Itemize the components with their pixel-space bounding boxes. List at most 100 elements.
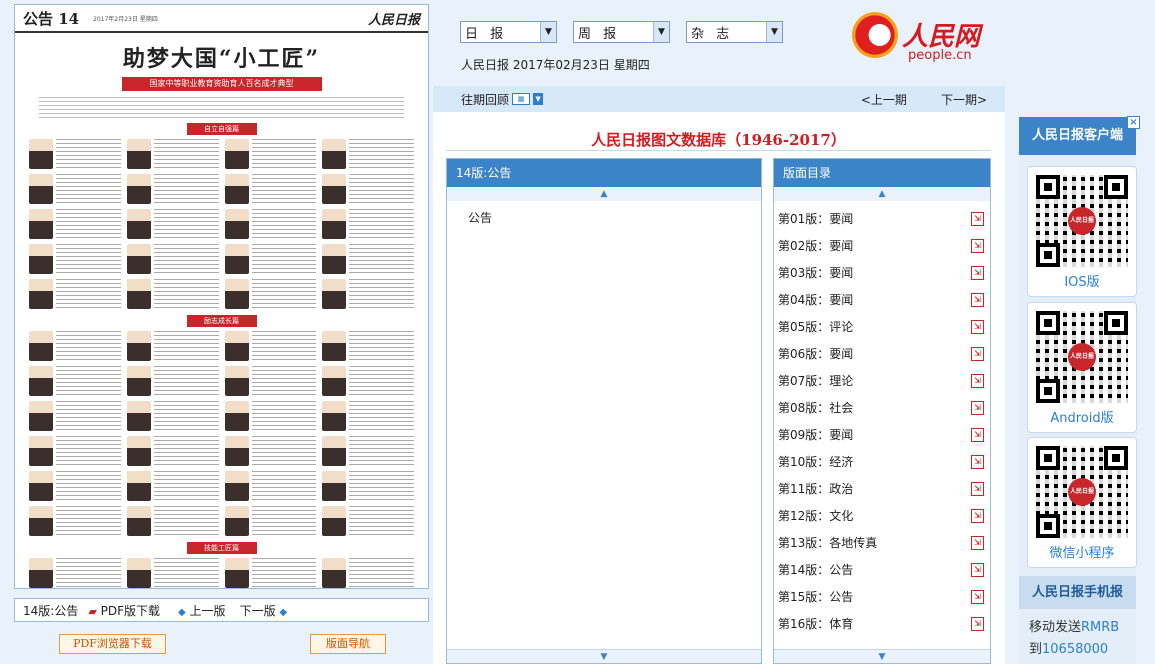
portrait-photo <box>126 436 151 466</box>
publication-selectors: 日 报 ▼ 周 报 ▼ 杂 志 ▼ <box>460 21 783 43</box>
next-page-link[interactable]: 下一版 ◆ <box>240 602 288 619</box>
bio-text <box>251 558 317 588</box>
calendar-icon[interactable]: ▦ <box>512 93 531 105</box>
bio-text <box>251 506 317 538</box>
pdf-icon[interactable]: ⇲ <box>971 481 984 496</box>
profile-entry <box>126 471 219 503</box>
bio-text <box>56 139 121 171</box>
pdf-icon[interactable]: ⇲ <box>971 508 984 523</box>
scroll-up-icon[interactable]: ▲ <box>774 187 990 201</box>
bio-text <box>251 471 317 503</box>
page-directory-item[interactable]: 第05版：评论 ⇲ <box>774 313 990 340</box>
pdf-icon[interactable]: ⇲ <box>971 373 984 388</box>
bio-text <box>153 139 219 171</box>
portrait-photo <box>224 366 249 396</box>
next-issue-link[interactable]: 下一期> <box>941 91 987 108</box>
mobile-news-title: 人民日报手机报 <box>1019 576 1136 609</box>
qr-code-icon: 人民日报 <box>1036 311 1128 403</box>
android-qr-card[interactable]: 人民日报 Android版 <box>1027 302 1137 433</box>
sidebar-title: 人民日报客户端 <box>1019 117 1136 155</box>
profile-entry <box>224 506 317 538</box>
page-directory-item[interactable]: 第10版：经济 ⇲ <box>774 448 990 475</box>
profile-entry <box>224 209 317 241</box>
pdf-icon[interactable]: ⇲ <box>971 400 984 415</box>
bio-text <box>153 331 219 363</box>
scroll-down-icon[interactable]: ▼ <box>447 649 761 663</box>
page-directory-label: 第02版：要闻 <box>778 239 854 253</box>
page-directory-item[interactable]: 第16版：体育 ⇲ <box>774 610 990 637</box>
weekly-select[interactable]: 周 报 ▼ <box>573 21 670 43</box>
page-directory-item[interactable]: 第09版：要闻 ⇲ <box>774 421 990 448</box>
page-directory-label: 第08版：社会 <box>778 401 854 415</box>
pdf-icon[interactable]: ⇲ <box>971 535 984 550</box>
profile-entry <box>224 436 317 468</box>
chevron-down-icon: ▼ <box>540 22 556 42</box>
pdf-browser-download-button[interactable]: PDF浏览器下载 <box>59 634 166 654</box>
pdf-icon[interactable]: ⇲ <box>971 211 984 226</box>
sms-to-text: 到 <box>1029 642 1043 657</box>
daily-select-value: 日 报 <box>465 26 508 42</box>
page-directory-item[interactable]: 第04版：要闻 ⇲ <box>774 286 990 313</box>
paper-headline: 助梦大国“小工匠” <box>122 46 321 72</box>
magazine-select[interactable]: 杂 志 ▼ <box>686 21 783 43</box>
profile-entry <box>322 366 414 398</box>
pdf-icon[interactable]: ⇲ <box>971 346 984 361</box>
close-icon[interactable]: × <box>1127 116 1140 129</box>
page-directory-label: 第01版：要闻 <box>778 212 854 226</box>
prev-issue-link[interactable]: <上一期 <box>861 91 907 108</box>
chevron-down-icon: ▼ <box>766 22 782 42</box>
profile-entry <box>126 436 219 468</box>
pdf-icon[interactable]: ⇲ <box>971 292 984 307</box>
portrait-photo <box>126 279 151 309</box>
article-list-header: 14版:公告 <box>447 159 761 187</box>
page-directory-item[interactable]: 第06版：要闻 ⇲ <box>774 340 990 367</box>
page-directory-item[interactable]: 第01版：要闻 ⇲ <box>774 205 990 232</box>
pdf-icon[interactable]: ⇲ <box>971 238 984 253</box>
paper-subhead: 国家中等职业教育资助育人百名成才典型 <box>121 77 322 91</box>
prev-page-link[interactable]: ◆ 上一版 <box>178 602 226 619</box>
page-directory-item[interactable]: 第12版：文化 ⇲ <box>774 502 990 529</box>
article-item[interactable]: 公告 <box>447 201 761 226</box>
pdf-icon[interactable]: ⇲ <box>971 562 984 577</box>
prev-page-label: 上一版 <box>189 603 226 618</box>
portrait-photo <box>126 471 151 501</box>
page-directory-label: 第16版：体育 <box>778 617 854 631</box>
ios-qr-card[interactable]: 人民日报 IOS版 <box>1027 166 1137 297</box>
page-directory-item[interactable]: 第14版：公告 ⇲ <box>774 556 990 583</box>
page-directory-label: 第06版：要闻 <box>778 347 854 361</box>
bio-text <box>349 436 414 468</box>
pdf-icon[interactable]: ⇲ <box>971 427 984 442</box>
pdf-icon[interactable]: ⇲ <box>971 589 984 604</box>
scroll-up-icon[interactable]: ▲ <box>447 187 761 201</box>
newspaper-page-image[interactable]: 公告 14 2017年2月23日 星期四 人民日报 助梦大国“小工匠” 国家中等… <box>14 4 429 589</box>
history-picker[interactable]: 往期回顾 ▦ ▼ <box>461 91 544 108</box>
pdf-icon[interactable]: ⇲ <box>971 454 984 469</box>
page-directory-panel: 版面目录 ▲ 第01版：要闻 ⇲ 第02版：要闻 ⇲ 第03版：要闻 ⇲ 第04版：要闻 ⇲ 第… <box>773 158 991 664</box>
page-directory-item[interactable]: 第03版：要闻 ⇲ <box>774 259 990 286</box>
layout-nav-button[interactable]: 版面导航 <box>310 634 386 654</box>
chevron-down-icon[interactable]: ▼ <box>533 93 544 105</box>
page-directory-item[interactable]: 第07版：理论 ⇲ <box>774 367 990 394</box>
page-directory-item[interactable]: 第15版：公告 ⇲ <box>774 583 990 610</box>
wechat-qr-card[interactable]: 人民日报 微信小程序 <box>1027 437 1137 568</box>
scroll-down-icon[interactable]: ▼ <box>774 649 990 663</box>
profile-entry <box>126 401 219 433</box>
page-directory-item[interactable]: 第13版：各地传真 ⇲ <box>774 529 990 556</box>
pdf-icon[interactable]: ⇲ <box>971 616 984 631</box>
portrait-photo <box>126 139 151 169</box>
page-directory-item[interactable]: 第08版：社会 ⇲ <box>774 394 990 421</box>
pdf-download-link[interactable]: ▰ PDF版下载 <box>88 602 160 619</box>
pdf-icon[interactable]: ⇲ <box>971 265 984 280</box>
profile-entry <box>224 244 317 276</box>
paper-section-1: 自立自强篇 <box>186 123 257 135</box>
portrait-photo <box>126 174 151 204</box>
people-cn-logo[interactable]: 人民网 people.cn <box>852 12 992 64</box>
daily-select[interactable]: 日 报 ▼ <box>460 21 557 43</box>
portrait-photo <box>322 436 347 466</box>
page-directory-item[interactable]: 第02版：要闻 ⇲ <box>774 232 990 259</box>
ios-label: IOS版 <box>1064 275 1100 290</box>
pdf-icon[interactable]: ⇲ <box>971 319 984 334</box>
history-label: 往期回顾 <box>461 92 510 107</box>
bio-text <box>349 279 414 311</box>
page-directory-item[interactable]: 第11版：政治 ⇲ <box>774 475 990 502</box>
